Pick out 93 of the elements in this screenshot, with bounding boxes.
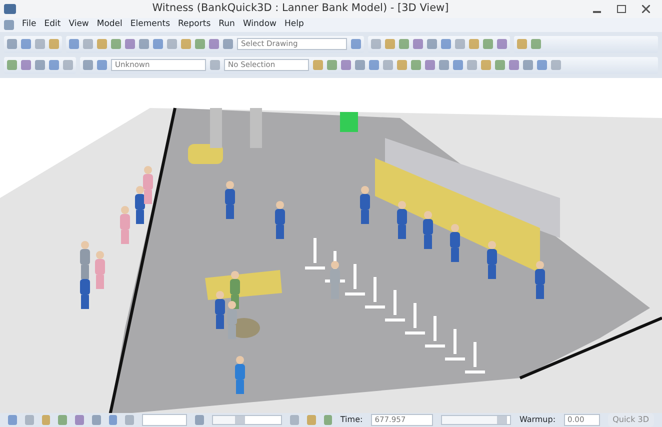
tool-icon[interactable] [49,39,59,50]
person-figure [120,206,130,244]
tool-icon[interactable] [385,39,395,50]
menu-item[interactable]: File [22,18,36,32]
time-label: Time: [340,414,363,426]
tool-icon[interactable] [195,39,205,50]
tool-icon[interactable] [467,60,477,70]
menu-item[interactable]: Model [96,18,122,32]
tool-icon[interactable] [341,60,351,70]
tool-icon[interactable] [455,39,465,50]
menu-item[interactable]: Help [284,18,304,32]
person-figure [535,260,545,299]
tool-icon[interactable] [97,60,107,70]
tool-icon[interactable] [181,39,191,50]
person-figure [450,224,460,262]
security-gate [250,108,262,148]
tool-icon[interactable] [139,39,149,50]
person-figure [215,290,225,329]
tool-icon[interactable] [369,60,379,70]
tool-icon[interactable] [483,39,493,50]
person-figure [227,300,237,339]
tool-icon[interactable] [69,39,79,50]
tool-icon[interactable] [7,39,17,50]
tool-icon[interactable] [425,60,435,70]
tool-icon[interactable] [49,60,59,70]
tool-icon[interactable] [83,60,93,70]
menu-item[interactable]: Window [242,18,276,32]
tool-icon[interactable] [509,60,519,70]
tool-icon[interactable] [383,60,393,70]
warmup-label: Warmup: [519,414,556,426]
tool-icon[interactable] [413,39,423,50]
tool-icon[interactable] [517,39,527,50]
tool-icon[interactable] [209,39,219,50]
person-figure [275,200,285,239]
document-icon [4,20,14,30]
menu-item[interactable]: Run [218,18,235,32]
tool-icon[interactable] [427,39,437,50]
tool-icon[interactable] [371,39,381,50]
tool-icon[interactable] [351,39,361,50]
tool-icon[interactable] [63,60,73,70]
tool-icon[interactable] [125,39,135,50]
person-figure [397,200,407,239]
person-figure [95,250,105,289]
menu-item[interactable]: Reports [178,18,211,32]
tool-icon[interactable] [167,39,177,50]
tool-icon[interactable] [35,39,45,50]
tool-icon[interactable] [35,60,45,70]
menu-item[interactable]: View [68,18,89,32]
tool-icon[interactable] [523,60,533,70]
security-gate [210,108,222,148]
person-figure [487,240,497,279]
tool-icon[interactable] [495,60,505,70]
person-figure [235,356,245,394]
tool-icon[interactable] [469,39,479,50]
tool-icon[interactable] [327,60,337,70]
person-figure [143,166,153,204]
tool-icon[interactable] [397,60,407,70]
tool-icon[interactable] [111,39,121,50]
person-figure [225,180,235,219]
tool-icon[interactable] [97,39,107,50]
person-figure [423,210,433,249]
tool-icon[interactable] [313,60,323,70]
tool-icon[interactable] [481,60,491,70]
tool-icon[interactable] [497,39,507,50]
slider-thumb[interactable] [442,416,508,424]
tool-icon[interactable] [21,60,31,70]
tool-icon[interactable] [194,415,204,425]
tool-icon[interactable] [153,39,163,50]
person-figure [330,260,340,299]
person-figure [135,186,145,224]
tool-icon[interactable] [537,60,547,70]
time-field[interactable] [142,414,187,426]
tool-icon[interactable] [83,39,93,50]
window-title: Witness (BankQuick3D : Lanner Bank Model) - [3D View] [151,1,450,16]
menu-item[interactable]: Edit [44,18,61,32]
tool-icon[interactable] [439,60,449,70]
tool-icon[interactable] [453,60,463,70]
tool-icon[interactable] [551,60,561,70]
app-icon [4,4,16,14]
tool-icon[interactable] [441,39,451,50]
tool-icon[interactable] [399,39,409,50]
person-figure [360,186,370,224]
display-screen [340,112,358,132]
tool-icon[interactable] [21,39,31,50]
tool-icon[interactable] [531,39,541,50]
menu-item[interactable]: Elements [130,18,170,32]
tool-icon[interactable] [355,60,365,70]
tool-icon[interactable] [223,39,233,50]
tool-icon[interactable] [210,60,220,70]
slider-thumb[interactable] [212,416,245,424]
tool-icon[interactable] [411,60,421,70]
person-figure [80,240,90,279]
tool-icon[interactable] [7,60,17,70]
